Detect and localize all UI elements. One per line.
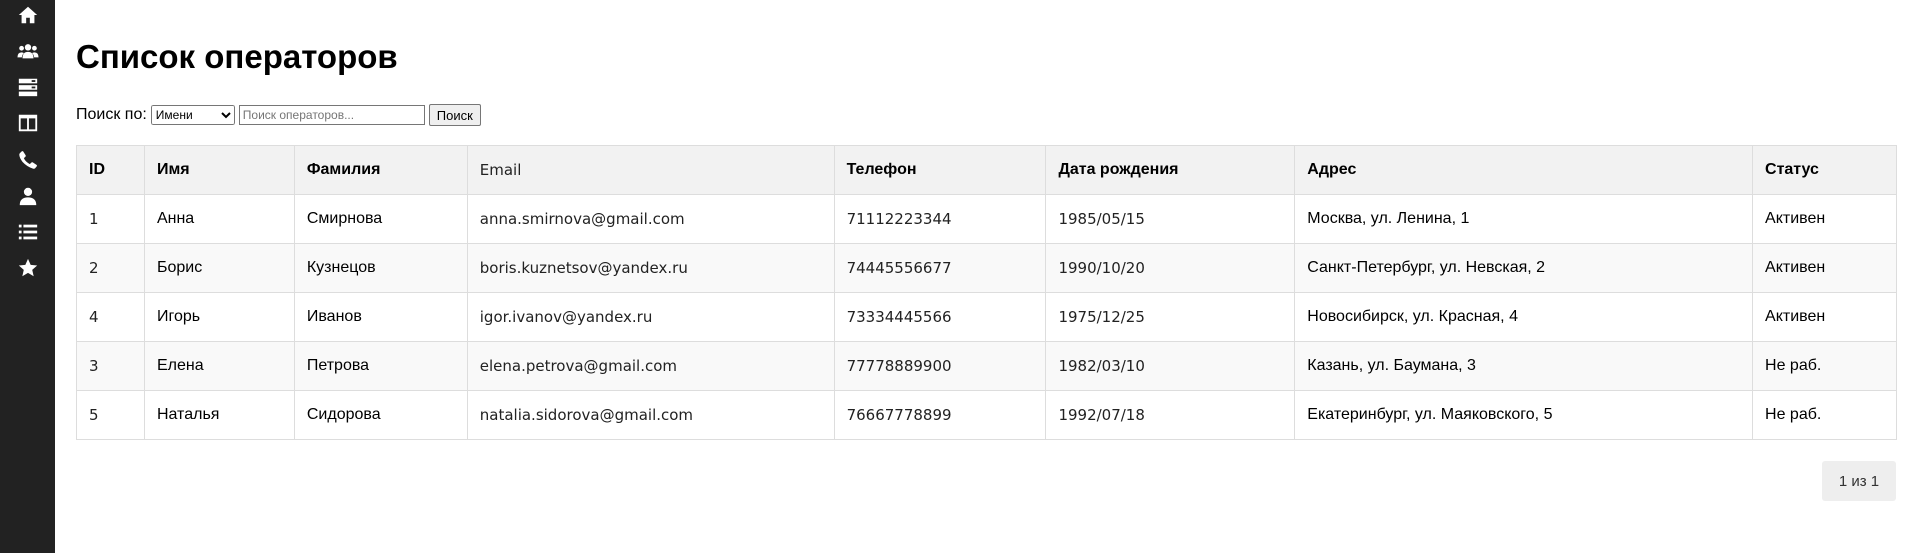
cell-address: Казань, ул. Баумана, 3 (1294, 341, 1754, 391)
cell-status: Активен (1752, 194, 1897, 244)
column-header-last-name[interactable]: Фамилия (293, 145, 468, 195)
user-icon (19, 187, 36, 206)
cell-status: Активен (1752, 243, 1897, 293)
cell-birth-date: 1985/05/15 (1045, 194, 1296, 244)
users-icon (16, 44, 39, 59)
cell-id: 3 (76, 341, 145, 391)
column-header-address[interactable]: Адрес (1294, 145, 1754, 195)
cell-last-name: Петрова (293, 341, 468, 391)
cell-phone: 74445556677 (833, 243, 1047, 293)
cell-birth-date: 1975/12/25 (1045, 292, 1296, 342)
cell-first-name: Наталья (143, 390, 295, 440)
cell-last-name: Иванов (293, 292, 468, 342)
server-icon (18, 78, 37, 97)
cell-email: igor.ivanov@yandex.ru (466, 292, 835, 342)
cell-first-name: Анна (143, 194, 295, 244)
columns-icon (18, 114, 37, 132)
column-header-phone[interactable]: Телефон (833, 145, 1047, 195)
cell-phone: 73334445566 (833, 292, 1047, 342)
sidebar-item-phone[interactable] (0, 142, 55, 178)
cell-last-name: Смирнова (293, 194, 468, 244)
pagination-indicator: 1 из 1 (1822, 461, 1896, 501)
home-icon (18, 6, 37, 24)
list-icon (18, 224, 37, 240)
sidebar-item-list[interactable] (0, 214, 55, 250)
phone-icon (18, 151, 37, 169)
cell-phone: 71112223344 (833, 194, 1047, 244)
cell-id: 2 (76, 243, 145, 293)
cell-birth-date: 1990/10/20 (1045, 243, 1296, 293)
sidebar-item-favorites[interactable] (0, 250, 55, 286)
operators-table: ID Имя Фамилия Email Телефон Дата рожден… (76, 145, 1897, 440)
table-row[interactable]: 2 Борис Кузнецов boris.kuznetsov@yandex.… (76, 243, 1897, 293)
page-title: Список операторов (76, 38, 398, 75)
cell-status: Не раб. (1752, 341, 1897, 391)
column-header-status[interactable]: Статус (1752, 145, 1897, 195)
column-header-first-name[interactable]: Имя (143, 145, 295, 195)
cell-status: Не раб. (1752, 390, 1897, 440)
cell-id: 5 (76, 390, 145, 440)
cell-address: Москва, ул. Ленина, 1 (1294, 194, 1754, 244)
sidebar-item-users[interactable] (0, 33, 55, 69)
cell-status: Активен (1752, 292, 1897, 342)
cell-first-name: Борис (143, 243, 295, 293)
column-header-email[interactable]: Email (466, 145, 835, 195)
cell-first-name: Игорь (143, 292, 295, 342)
cell-email: boris.kuznetsov@yandex.ru (466, 243, 835, 293)
cell-id: 1 (76, 194, 145, 244)
column-header-birth-date[interactable]: Дата рождения (1045, 145, 1296, 195)
table-header-row: ID Имя Фамилия Email Телефон Дата рожден… (76, 145, 1897, 195)
cell-id: 4 (76, 292, 145, 342)
sidebar-item-columns[interactable] (0, 105, 55, 141)
search-bar: Поиск по: Имени Поиск (76, 104, 481, 126)
cell-address: Новосибирск, ул. Красная, 4 (1294, 292, 1754, 342)
cell-email: anna.smirnova@gmail.com (466, 194, 835, 244)
sidebar-item-profile[interactable] (0, 178, 55, 214)
cell-email: natalia.sidorova@gmail.com (466, 390, 835, 440)
cell-phone: 77778889900 (833, 341, 1047, 391)
cell-birth-date: 1992/07/18 (1045, 390, 1296, 440)
table-row[interactable]: 4 Игорь Иванов igor.ivanov@yandex.ru 733… (76, 292, 1897, 342)
cell-address: Екатеринбург, ул. Маяковского, 5 (1294, 390, 1754, 440)
table-row[interactable]: 1 Анна Смирнова anna.smirnova@gmail.com … (76, 194, 1897, 244)
search-field-select[interactable]: Имени (150, 105, 235, 125)
cell-email: elena.petrova@gmail.com (466, 341, 835, 391)
sidebar-item-server[interactable] (0, 69, 55, 105)
column-header-id[interactable]: ID (76, 145, 145, 195)
cell-phone: 76667778899 (833, 390, 1047, 440)
sidebar-item-home[interactable] (0, 0, 55, 33)
cell-last-name: Кузнецов (293, 243, 468, 293)
pagination-label: 1 из 1 (1838, 472, 1880, 490)
table-row[interactable]: 5 Наталья Сидорова natalia.sidorova@gmai… (76, 390, 1897, 440)
cell-birth-date: 1982/03/10 (1045, 341, 1296, 391)
star-icon (18, 258, 37, 277)
search-label: Поиск по: (76, 106, 147, 123)
cell-last-name: Сидорова (293, 390, 468, 440)
sidebar (0, 0, 55, 553)
cell-address: Санкт-Петербург, ул. Невская, 2 (1294, 243, 1754, 293)
table-row[interactable]: 3 Елена Петрова elena.petrova@gmail.com … (76, 341, 1897, 391)
cell-first-name: Елена (143, 341, 295, 391)
search-button[interactable]: Поиск (428, 104, 481, 126)
search-input[interactable] (238, 105, 425, 125)
